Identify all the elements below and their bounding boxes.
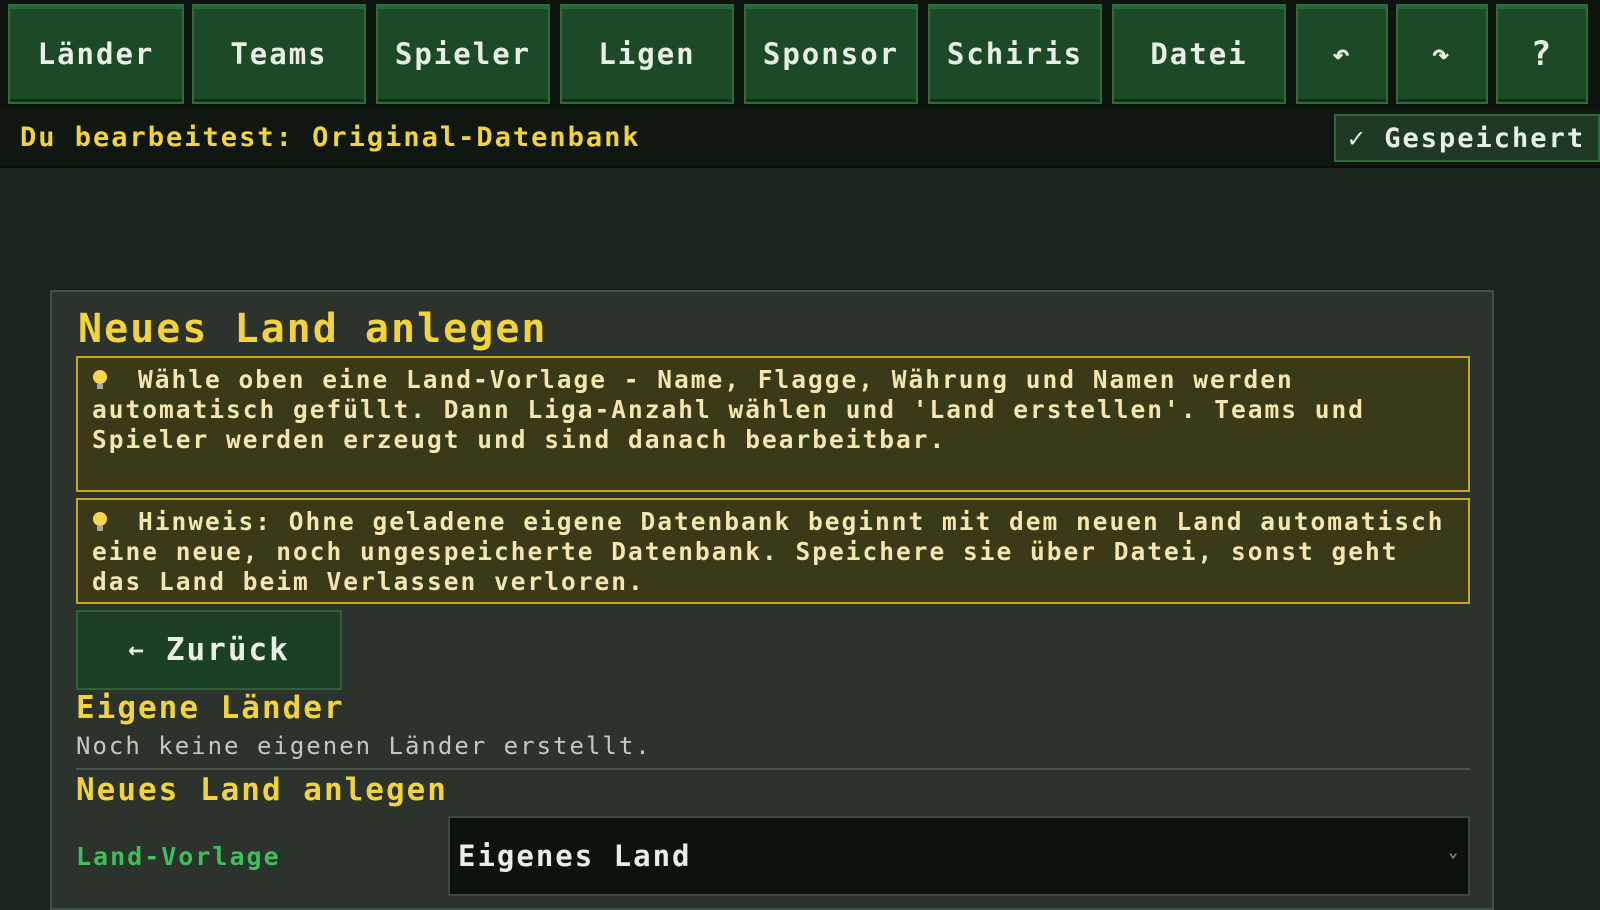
nav-button-sponsor[interactable]: Sponsor bbox=[744, 4, 918, 104]
own-countries-heading: Eigene Länder bbox=[76, 690, 345, 726]
saved-status-label: Gespeichert bbox=[1384, 122, 1586, 154]
nav-button-teams[interactable]: Teams bbox=[192, 4, 366, 104]
check-icon: ✓ bbox=[1348, 122, 1367, 154]
nav-button-spieler[interactable]: Spieler bbox=[376, 4, 550, 104]
chevron-down-icon: ⌄ bbox=[1448, 842, 1460, 861]
own-countries-empty-text: Noch keine eigenen Länder erstellt. bbox=[76, 732, 652, 760]
back-button[interactable]: ← Zurück bbox=[76, 610, 342, 690]
nav-button-laender[interactable]: Länder bbox=[8, 4, 184, 104]
country-template-value: Eigenes Land bbox=[458, 839, 692, 873]
lightbulb-icon bbox=[92, 370, 108, 390]
panel-title: Neues Land anlegen bbox=[78, 306, 548, 352]
saved-status-badge: ✓ Gespeichert bbox=[1334, 114, 1600, 162]
status-bar: Du bearbeitest: Original-Datenbank ✓ Ges… bbox=[0, 108, 1600, 168]
template-field-label: Land-Vorlage bbox=[76, 842, 281, 871]
top-navigation: Länder Teams Spieler Ligen Sponsor Schir… bbox=[0, 0, 1600, 108]
back-button-label: Zurück bbox=[165, 632, 290, 668]
info-note-text: Hinweis: Ohne geladene eigene Datenbank … bbox=[92, 507, 1445, 596]
country-template-select[interactable]: Eigenes Land ⌄ bbox=[448, 816, 1470, 896]
help-icon: ? bbox=[1530, 34, 1554, 74]
nav-button-datei[interactable]: Datei bbox=[1112, 4, 1286, 104]
arrow-left-icon: ← bbox=[128, 635, 146, 665]
new-country-heading: Neues Land anlegen bbox=[76, 772, 448, 808]
nav-button-ligen[interactable]: Ligen bbox=[560, 4, 734, 104]
editing-database-label: Du bearbeitest: Original-Datenbank bbox=[20, 122, 641, 153]
redo-button[interactable]: ↷ bbox=[1396, 4, 1488, 104]
nav-button-schiris[interactable]: Schiris bbox=[928, 4, 1102, 104]
info-note-hint: Hinweis: Ohne geladene eigene Datenbank … bbox=[76, 498, 1470, 604]
undo-button[interactable]: ↶ bbox=[1296, 4, 1388, 104]
undo-icon: ↶ bbox=[1332, 37, 1352, 71]
redo-icon: ↷ bbox=[1432, 37, 1452, 71]
section-divider bbox=[76, 768, 1470, 770]
lightbulb-icon bbox=[92, 512, 108, 532]
new-country-panel: Neues Land anlegen Wähle oben eine Land-… bbox=[50, 290, 1494, 910]
info-note-text: Wähle oben eine Land-Vorlage - Name, Fla… bbox=[92, 365, 1366, 454]
help-button[interactable]: ? bbox=[1496, 4, 1588, 104]
info-note-template: Wähle oben eine Land-Vorlage - Name, Fla… bbox=[76, 356, 1470, 492]
